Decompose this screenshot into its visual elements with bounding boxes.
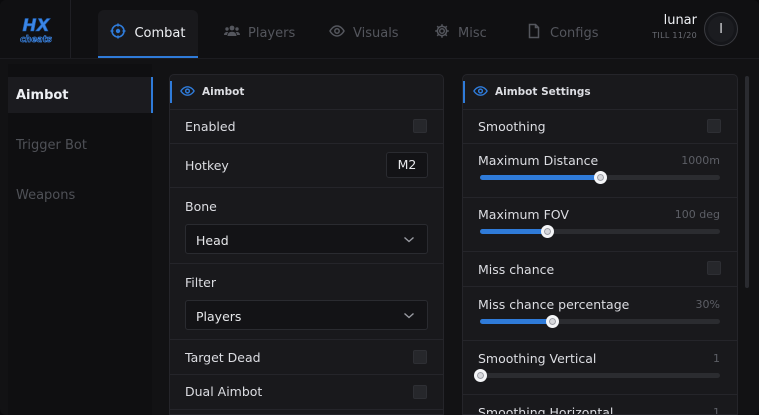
brand-logo: HX cheats bbox=[14, 12, 58, 46]
gear-icon bbox=[434, 23, 450, 43]
eye-icon bbox=[329, 23, 345, 43]
top-navigation: HX cheats Combat Players Visuals Misc Co… bbox=[0, 0, 759, 59]
sidebar-item-label: Aimbot bbox=[16, 87, 69, 103]
tab-label: Configs bbox=[550, 25, 599, 41]
slider-handle[interactable] bbox=[593, 171, 607, 184]
tab-configs[interactable]: Configs bbox=[526, 10, 598, 56]
sidebar-item-weapons[interactable]: Weapons bbox=[8, 177, 152, 213]
slider-handle[interactable] bbox=[545, 315, 559, 328]
smoothing-horizontal-label: Smoothing Horizontal bbox=[478, 405, 614, 415]
eye-icon bbox=[473, 85, 488, 100]
avatar[interactable]: l bbox=[704, 12, 738, 46]
max-distance-row: Maximum Distance 1000m bbox=[463, 144, 737, 198]
smoothing-horizontal-row: Smoothing Horizontal 1 bbox=[463, 395, 737, 415]
bone-row: Bone Head bbox=[170, 188, 443, 264]
svg-text:HX: HX bbox=[22, 16, 50, 36]
miss-chance-checkbox[interactable] bbox=[707, 261, 721, 275]
hotkey-label: Hotkey bbox=[185, 158, 229, 173]
app-window: HX cheats Combat Players Visuals Misc Co… bbox=[0, 0, 759, 415]
target-dead-label: Target Dead bbox=[185, 350, 261, 365]
header-accent bbox=[463, 81, 465, 103]
user-info: lunar TILL 11/20 bbox=[652, 13, 697, 40]
users-icon bbox=[224, 23, 240, 43]
target-dead-row: Target Dead bbox=[170, 340, 443, 375]
panel-title: Aimbot bbox=[202, 86, 245, 98]
smoothing-vertical-value: 1 bbox=[713, 352, 720, 365]
smoothing-vertical-row: Smoothing Vertical 1 bbox=[463, 341, 737, 395]
max-fov-label: Maximum FOV bbox=[478, 207, 569, 222]
active-tab-indicator bbox=[98, 56, 198, 58]
svg-text:cheats: cheats bbox=[20, 35, 52, 45]
smoothing-checkbox[interactable] bbox=[707, 119, 721, 133]
dual-aimbot-row: Dual Aimbot bbox=[170, 375, 443, 410]
sidebar-item-label: Weapons bbox=[16, 187, 76, 203]
active-item-indicator bbox=[151, 77, 153, 113]
sidebar-item-aimbot[interactable]: Aimbot bbox=[8, 77, 153, 113]
target-dead-checkbox[interactable] bbox=[413, 350, 427, 364]
miss-pct-label: Miss chance percentage bbox=[478, 297, 630, 312]
tab-misc[interactable]: Misc bbox=[434, 10, 487, 56]
slider-fill bbox=[480, 229, 548, 234]
bone-label: Bone bbox=[185, 199, 217, 214]
tab-label: Visuals bbox=[353, 25, 399, 41]
bone-value: Head bbox=[196, 233, 229, 248]
filter-select[interactable]: Players bbox=[185, 300, 428, 330]
hotkey-button[interactable]: M2 bbox=[386, 152, 428, 178]
bone-select[interactable]: Head bbox=[185, 224, 428, 254]
enabled-checkbox[interactable] bbox=[413, 119, 427, 133]
slider-fill bbox=[480, 319, 552, 324]
filter-label: Filter bbox=[185, 275, 216, 290]
filter-row: Filter Players bbox=[170, 264, 443, 340]
subscription-expiry: TILL 11/20 bbox=[652, 31, 697, 40]
username: lunar bbox=[663, 13, 697, 28]
tab-combat[interactable]: Combat bbox=[98, 10, 198, 58]
eye-icon bbox=[180, 85, 195, 100]
filter-value: Players bbox=[196, 309, 242, 324]
panel-header: Aimbot Settings bbox=[463, 75, 737, 110]
sidebar-item-label: Trigger Bot bbox=[16, 137, 87, 153]
panel-header: Aimbot bbox=[170, 75, 443, 110]
avatar-inner: l bbox=[708, 16, 734, 42]
tab-players[interactable]: Players bbox=[224, 10, 295, 56]
smoothing-vertical-slider[interactable] bbox=[473, 369, 720, 382]
max-distance-label: Maximum Distance bbox=[478, 153, 599, 168]
miss-pct-value: 30% bbox=[695, 298, 720, 311]
max-distance-slider[interactable] bbox=[480, 171, 720, 184]
file-icon bbox=[526, 23, 542, 43]
header-accent bbox=[170, 81, 172, 103]
aimbot-settings-panel: Aimbot Settings Smoothing Maximum Distan… bbox=[462, 74, 738, 415]
sidebar-item-trigger-bot[interactable]: Trigger Bot bbox=[8, 127, 152, 163]
enabled-label: Enabled bbox=[185, 119, 236, 134]
miss-chance-label: Miss chance bbox=[478, 262, 555, 277]
tab-label: Misc bbox=[458, 25, 487, 41]
smoothing-label: Smoothing bbox=[478, 119, 546, 134]
smoothing-horizontal-value: 1 bbox=[713, 406, 720, 415]
dual-aimbot-checkbox[interactable] bbox=[413, 385, 427, 399]
aimbot-panel: Aimbot Enabled Hotkey M2 Bone Head Filte… bbox=[169, 74, 444, 415]
smoothing-vertical-label: Smoothing Vertical bbox=[478, 351, 597, 366]
slider-handle[interactable] bbox=[540, 225, 554, 238]
avatar-glyph: l bbox=[719, 21, 723, 37]
settings-scrollbar[interactable] bbox=[745, 76, 749, 288]
divider bbox=[70, 0, 71, 58]
crosshair-icon bbox=[110, 23, 126, 43]
hotkey-row: Hotkey M2 bbox=[170, 144, 443, 188]
max-distance-value: 1000m bbox=[681, 154, 720, 167]
tab-label: Players bbox=[248, 25, 296, 41]
miss-pct-slider[interactable] bbox=[480, 315, 720, 328]
smoothing-row: Smoothing bbox=[463, 110, 737, 144]
sidebar: Aimbot Trigger Bot Weapons bbox=[8, 64, 153, 415]
panel-title: Aimbot Settings bbox=[495, 86, 591, 98]
tab-visuals[interactable]: Visuals bbox=[329, 10, 399, 56]
max-fov-slider[interactable] bbox=[480, 225, 720, 238]
tab-label: Combat bbox=[134, 25, 186, 41]
max-fov-value: 100 deg bbox=[674, 208, 720, 221]
slider-fill bbox=[480, 175, 600, 180]
dual-aimbot-label: Dual Aimbot bbox=[185, 384, 263, 399]
miss-chance-row: Miss chance bbox=[463, 252, 737, 287]
enabled-row: Enabled bbox=[170, 110, 443, 144]
slider-handle[interactable] bbox=[473, 369, 487, 382]
miss-pct-row: Miss chance percentage 30% bbox=[463, 287, 737, 341]
max-fov-row: Maximum FOV 100 deg bbox=[463, 198, 737, 252]
